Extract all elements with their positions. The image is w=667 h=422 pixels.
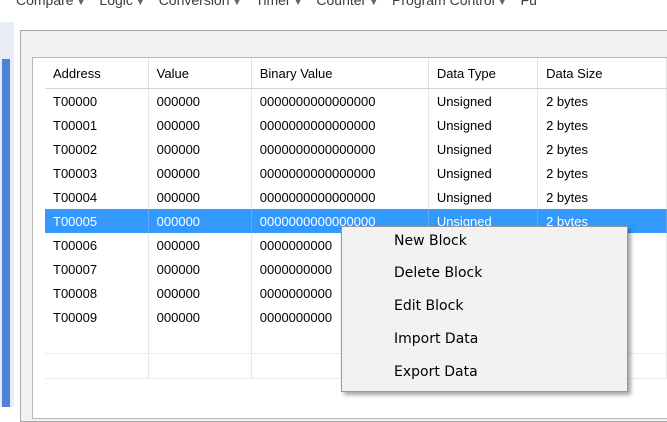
- ribbon-label: Logic: [99, 0, 133, 8]
- cell-binary-value: 0000000000000000: [251, 88, 429, 113]
- table-row[interactable]: T00002 000000 0000000000000000 Unsigned …: [45, 137, 667, 161]
- cell-value: 000000: [148, 113, 252, 137]
- cell-data-type: Unsigned: [428, 161, 539, 185]
- cell-value: 000000: [148, 88, 252, 113]
- menu-item-export-data[interactable]: Export Data: [394, 364, 478, 380]
- column-header-data-type[interactable]: Data Type: [428, 58, 539, 89]
- cell-address: T00004: [45, 185, 149, 209]
- cell-binary-value: 0000000000000000: [251, 137, 429, 161]
- cell-data-type: Unsigned: [428, 185, 539, 209]
- cell-address: T00003: [45, 161, 149, 185]
- ribbon-label: Timer: [255, 0, 291, 8]
- table-header-row: Address Value Binary Value Data Type Dat…: [45, 58, 667, 89]
- dropdown-arrow-icon: ▼: [293, 0, 303, 7]
- cell-value: 000000: [148, 233, 252, 257]
- table-row[interactable]: T00000 000000 0000000000000000 Unsigned …: [45, 88, 667, 113]
- dropdown-arrow-icon: ▼: [497, 0, 507, 7]
- ribbon-label: Compare: [16, 0, 74, 8]
- cell-data-size: 2 bytes: [537, 113, 667, 137]
- cell-value: 000000: [148, 305, 252, 329]
- ribbon-label: Fu: [520, 0, 537, 8]
- cell-address: T00007: [45, 257, 149, 281]
- column-header-address[interactable]: Address: [45, 58, 149, 89]
- cell-value: 000000: [148, 185, 252, 209]
- cell-value: 000000: [148, 161, 252, 185]
- cell-address: T00005: [45, 209, 149, 233]
- dropdown-arrow-icon: ▼: [369, 0, 379, 7]
- column-header-value[interactable]: Value: [148, 58, 252, 89]
- cell-data-size: 2 bytes: [537, 161, 667, 185]
- ribbon-label: Program Control: [392, 0, 495, 8]
- cell-value: 000000: [148, 257, 252, 281]
- menu-item-edit-block[interactable]: Edit Block: [394, 298, 463, 314]
- menu-item-import-data[interactable]: Import Data: [394, 331, 478, 347]
- ribbon-label: Counter: [316, 0, 367, 8]
- column-header-data-size[interactable]: Data Size: [537, 58, 667, 89]
- cell-address: T00008: [45, 281, 149, 305]
- cell-data-type: Unsigned: [428, 113, 539, 137]
- dropdown-arrow-icon: ▼: [76, 0, 86, 7]
- table-row[interactable]: T00001 000000 0000000000000000 Unsigned …: [45, 113, 667, 137]
- cell-binary-value: 0000000000000000: [251, 113, 429, 137]
- cell-address: T00002: [45, 137, 149, 161]
- ribbon-logic[interactable]: Logic ▼: [99, 0, 144, 8]
- dropdown-arrow-icon: ▼: [232, 0, 242, 7]
- menu-item-delete-block[interactable]: Delete Block: [394, 265, 482, 281]
- dropdown-arrow-icon: ▼: [135, 0, 145, 7]
- ribbon-toolbar: Compare ▼ Logic ▼ Conversion ▼ Timer ▼ Count…: [0, 0, 667, 22]
- cell-data-size: 2 bytes: [537, 137, 667, 161]
- menu-item-new-block[interactable]: New Block: [394, 233, 467, 249]
- cell-address: T00000: [45, 88, 149, 113]
- cell-value: 000000: [148, 209, 252, 233]
- ribbon-conversion[interactable]: Conversion ▼: [159, 0, 242, 8]
- cell-data-size: 2 bytes: [537, 185, 667, 209]
- column-header-binary-value[interactable]: Binary Value: [251, 58, 429, 89]
- ribbon-compare[interactable]: Compare ▼: [16, 0, 86, 8]
- ribbon-program-control[interactable]: Program Control ▼: [392, 0, 507, 8]
- cell-address: T00006: [45, 233, 149, 257]
- cell-data-size: 2 bytes: [537, 88, 667, 113]
- cell-data-type: Unsigned: [428, 137, 539, 161]
- cell-value: 000000: [148, 281, 252, 305]
- ribbon-counter[interactable]: Counter ▼: [316, 0, 378, 8]
- ribbon-fu[interactable]: Fu: [521, 0, 537, 8]
- left-accent-bar: [2, 59, 10, 407]
- ribbon-label: Conversion: [158, 0, 230, 8]
- cell-address: T00009: [45, 305, 149, 329]
- cell-binary-value: 0000000000000000: [251, 185, 429, 209]
- table-row[interactable]: T00004 000000 0000000000000000 Unsigned …: [45, 185, 667, 209]
- left-side-strip: [0, 22, 14, 407]
- context-menu: New Block Delete Block Edit Block Import…: [341, 226, 628, 392]
- cell-value: 000000: [148, 137, 252, 161]
- table-row[interactable]: T00003 000000 0000000000000000 Unsigned …: [45, 161, 667, 185]
- cell-binary-value: 0000000000000000: [251, 161, 429, 185]
- cell-data-type: Unsigned: [428, 88, 539, 113]
- cell-address: T00001: [45, 113, 149, 137]
- ribbon-timer[interactable]: Timer ▼: [255, 0, 302, 8]
- ribbon-menu-row: Compare ▼ Logic ▼ Conversion ▼ Timer ▼ Count…: [16, 0, 547, 8]
